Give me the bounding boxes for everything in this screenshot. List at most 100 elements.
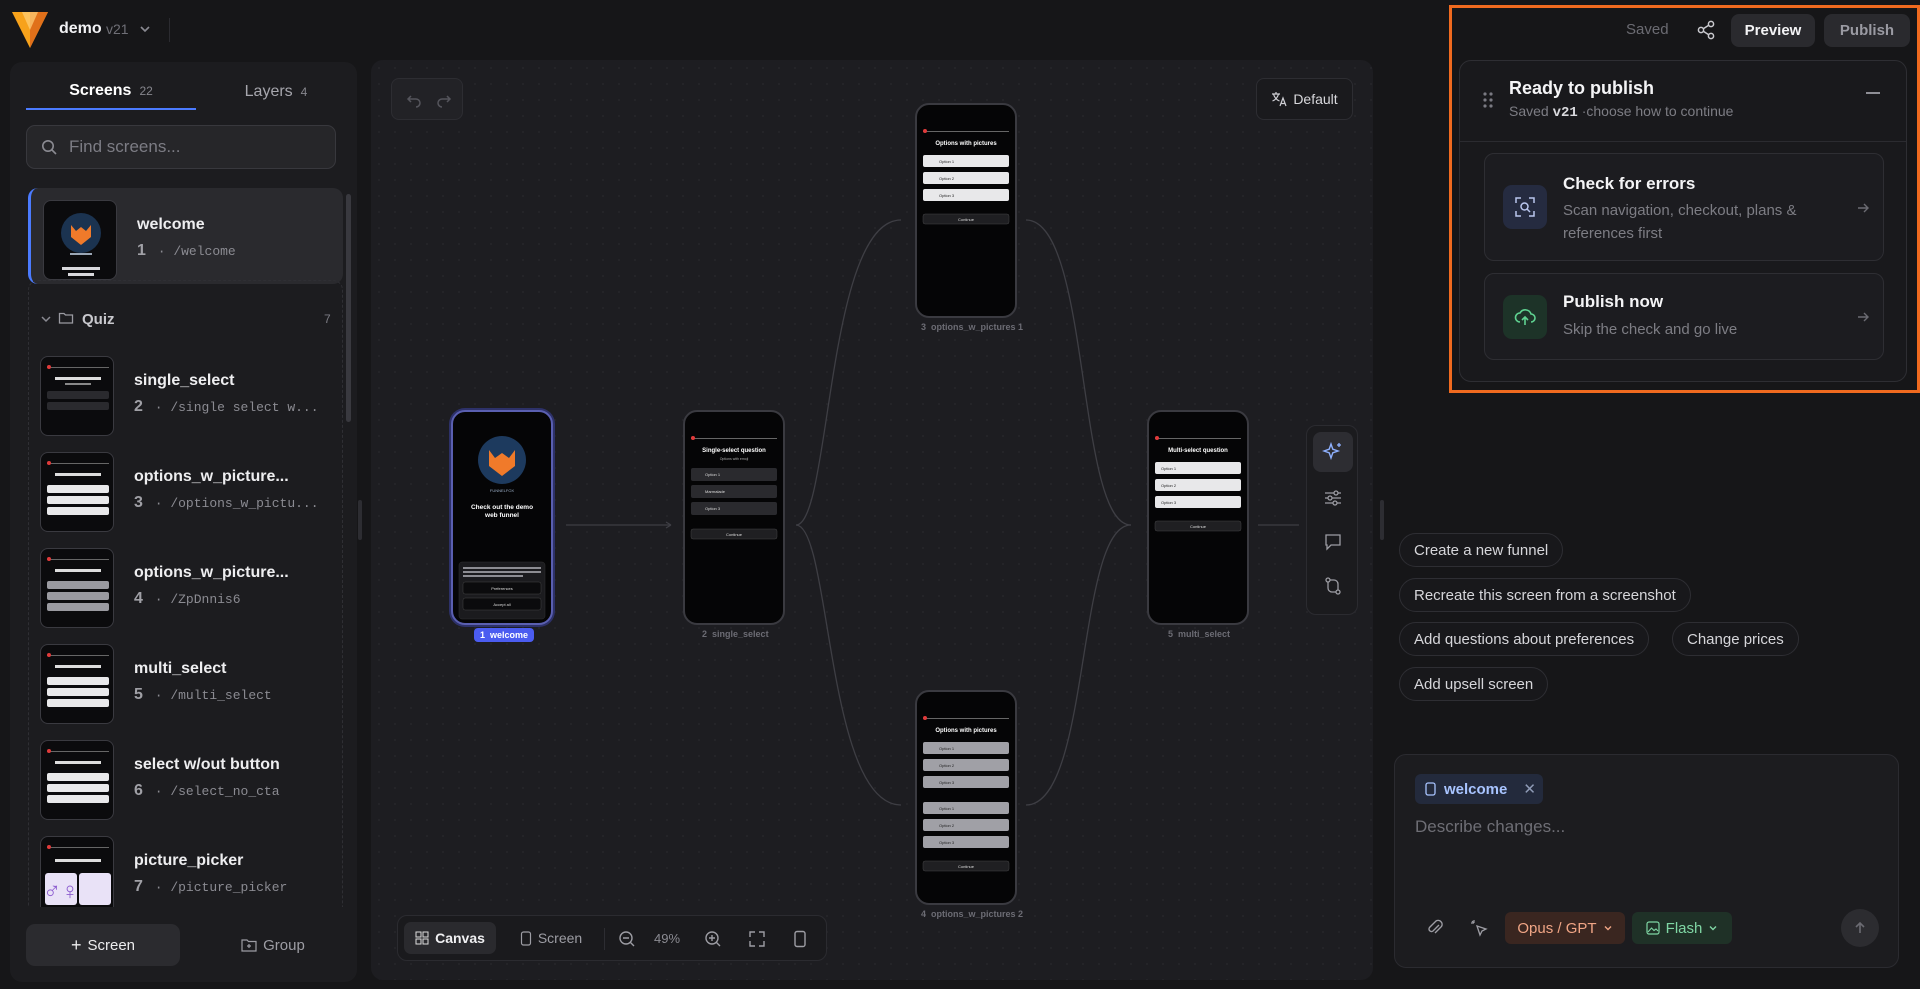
project-version[interactable]: v21 [106, 21, 129, 37]
git-branch-icon [1325, 577, 1341, 595]
tool-rail [1306, 425, 1358, 615]
flow-node-options-w-pictures-1[interactable]: Options with pictures Option 1 Option 2 … [915, 103, 1017, 318]
model-selector[interactable]: Opus / GPT [1505, 912, 1625, 944]
project-name[interactable]: demo [59, 20, 102, 38]
publish-now-option[interactable]: Publish now Skip the check and go live [1484, 273, 1884, 360]
svg-text:Option 3: Option 3 [1161, 500, 1177, 505]
screen-item-picture-picker[interactable]: ♂♀ picture_picker 7 · /picture_picker [28, 824, 343, 907]
folder-icon [58, 312, 74, 324]
minimize-icon[interactable] [1866, 92, 1880, 94]
preview-button[interactable]: Preview [1731, 14, 1815, 47]
chevron-down-icon[interactable] [138, 22, 152, 36]
screen-item-options-w-pictures[interactable]: options_w_picture... 3 · /options_w_pict… [28, 440, 343, 536]
divider [169, 18, 170, 42]
device-preview-icon[interactable] [792, 930, 808, 948]
svg-text:Preferences: Preferences [491, 586, 513, 591]
fit-screen-icon[interactable] [748, 930, 766, 948]
screen-view-label: Screen [537, 930, 583, 946]
screen-thumbnail: ♂♀ [40, 836, 114, 907]
suggestion-chip[interactable]: Add questions about preferences [1399, 622, 1650, 656]
share-icon[interactable] [1694, 18, 1718, 42]
close-icon[interactable]: ✕ [1523, 780, 1536, 798]
screen-item-welcome[interactable]: welcome 1 · /welcome [28, 188, 343, 284]
node-label[interactable]: 3 options_w_pictures 1 [921, 322, 1023, 332]
image-model-selector[interactable]: Flash [1632, 912, 1732, 944]
context-chip[interactable]: welcome ✕ [1415, 774, 1543, 804]
resize-handle[interactable] [1380, 500, 1384, 540]
group-header-quiz[interactable]: Quiz 7 [28, 300, 343, 340]
svg-text:Continue: Continue [958, 217, 975, 222]
model-label: Opus / GPT [1517, 919, 1597, 937]
flow-node-multi-select[interactable]: Multi-select question Option 1 Option 2 … [1147, 410, 1249, 625]
settings-sliders-button[interactable] [1313, 478, 1353, 518]
app-logo-icon[interactable] [10, 8, 50, 50]
svg-text:Option 1: Option 1 [939, 746, 955, 751]
screen-name: options_w_picture... [134, 564, 289, 581]
svg-text:web funnel: web funnel [484, 512, 519, 519]
comments-button[interactable] [1313, 522, 1353, 562]
divider [1460, 141, 1906, 142]
flow-canvas[interactable]: Default FUNNELFOX Check out the demo web… [371, 60, 1373, 980]
tab-count: 4 [300, 85, 308, 99]
screen-thumbnail [40, 356, 114, 436]
svg-text:FUNNELFOX: FUNNELFOX [490, 488, 515, 493]
tab-screens[interactable]: Screens 22 [26, 74, 196, 110]
node-label[interactable]: 4 options_w_pictures 2 [921, 909, 1023, 919]
svg-text:Multi-select question: Multi-select question [1168, 448, 1228, 454]
suggestion-chip[interactable]: Create a new funnel [1399, 533, 1564, 567]
publish-popover: Ready to publish Saved v21 ·choose how t… [1459, 60, 1907, 382]
screen-path: 1 · /welcome [137, 242, 236, 259]
screen-thumbnail [40, 644, 114, 724]
search-input[interactable] [69, 126, 329, 168]
svg-text:Options with emoji: Options with emoji [720, 457, 749, 461]
screens-sidebar: Screens 22 Layers 4 welcome 1 · /welcome [10, 62, 357, 982]
screen-path: 6 · /select_no_cta [134, 782, 280, 799]
zoom-out-icon[interactable] [618, 930, 636, 948]
flow-node-options-w-pictures-2[interactable]: Options with pictures Option 1 Option 2 … [915, 690, 1017, 905]
screen-name: select w/out button [134, 756, 280, 773]
screen-view-button[interactable]: Screen [506, 922, 596, 954]
canvas-view-label: Canvas [435, 930, 485, 946]
svg-text:♂♀: ♂♀ [43, 878, 79, 905]
drag-handle-icon[interactable] [1482, 91, 1494, 109]
node-label[interactable]: 2 single_select [702, 629, 769, 639]
flow-node-single-select[interactable]: Single-select question Options with emoj… [683, 410, 785, 625]
flow-node-welcome[interactable]: FUNNELFOX Check out the demo web funnel … [451, 410, 553, 625]
screen-item-select-no-cta[interactable]: select w/out button 6 · /select_no_cta [28, 728, 343, 824]
svg-text:Option 2: Option 2 [939, 176, 955, 181]
magic-cursor-icon[interactable] [1469, 918, 1489, 938]
suggestion-chip[interactable]: Recreate this screen from a screenshot [1399, 578, 1691, 612]
canvas-toolbar: Canvas Screen 49% [397, 915, 827, 961]
publish-button[interactable]: Publish [1824, 14, 1910, 47]
screen-item-single-select[interactable]: single_select 2 · /single select w... [28, 344, 343, 440]
screen-item-multi-select[interactable]: multi_select 5 · /multi_select [28, 632, 343, 728]
save-status: Saved [1626, 21, 1669, 38]
tab-layers[interactable]: Layers 4 [196, 74, 356, 110]
group-count: 7 [324, 312, 331, 326]
ai-sparkle-button[interactable] [1313, 432, 1353, 472]
describe-changes-input[interactable] [1415, 817, 1875, 867]
search-box [26, 125, 336, 169]
check-errors-option[interactable]: Check for errors Scan navigation, checko… [1484, 153, 1884, 261]
add-group-button[interactable]: Group [196, 924, 350, 966]
add-screen-button[interactable]: + Screen [26, 924, 180, 966]
screen-item-options-w-pictures-2[interactable]: options_w_picture... 4 · /ZpDnnis6 [28, 536, 343, 632]
scrollbar[interactable] [346, 194, 351, 422]
phone-icon [520, 930, 531, 946]
branching-button[interactable] [1313, 566, 1353, 606]
screen-thumbnail [40, 548, 114, 628]
paperclip-icon[interactable] [1425, 918, 1445, 938]
suggestion-chip[interactable]: Change prices [1672, 622, 1799, 656]
send-button[interactable] [1841, 909, 1879, 947]
svg-text:Single-select question: Single-select question [702, 448, 766, 454]
tab-label: Screens [69, 82, 132, 99]
chevron-down-icon[interactable] [40, 313, 52, 325]
node-label[interactable]: 1 welcome [474, 628, 535, 642]
node-label[interactable]: 5 multi_select [1168, 629, 1230, 639]
canvas-view-button[interactable]: Canvas [404, 922, 496, 954]
svg-text:Check out the demo: Check out the demo [471, 504, 533, 511]
resize-handle[interactable] [358, 500, 362, 540]
zoom-in-icon[interactable] [704, 930, 722, 948]
suggestion-chip[interactable]: Add upsell screen [1399, 667, 1549, 701]
svg-text:Option 2: Option 2 [1161, 483, 1177, 488]
